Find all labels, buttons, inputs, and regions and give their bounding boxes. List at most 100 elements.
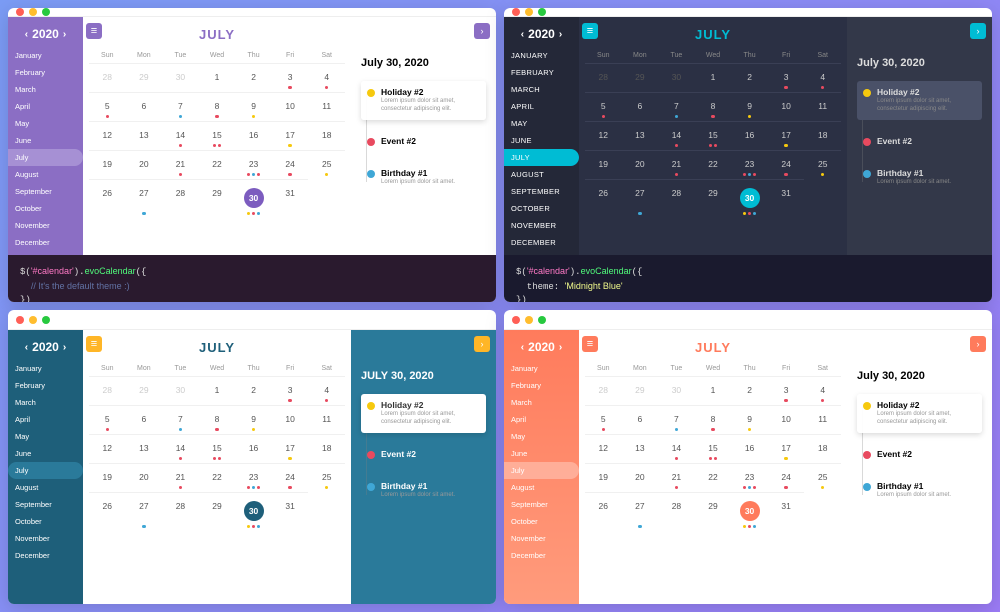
calendar-day[interactable]: 31: [272, 179, 309, 218]
calendar-day[interactable]: 10: [272, 405, 309, 434]
traffic-light-maximize[interactable]: [42, 316, 50, 324]
event-item[interactable]: Event #2: [857, 443, 982, 465]
next-year-button[interactable]: ›: [559, 342, 562, 353]
events-toggle-button[interactable]: ›: [474, 336, 490, 352]
calendar-day[interactable]: 17: [272, 434, 309, 463]
prev-year-button[interactable]: ‹: [521, 342, 524, 353]
calendar-day[interactable]: 9: [235, 92, 272, 121]
month-item-november[interactable]: November: [504, 217, 579, 234]
calendar-day[interactable]: 30: [162, 376, 199, 405]
calendar-day[interactable]: 11: [804, 92, 841, 121]
calendar-day[interactable]: 16: [731, 434, 768, 463]
events-toggle-button[interactable]: ›: [970, 23, 986, 39]
calendar-day[interactable]: 30: [731, 179, 768, 218]
month-item-july[interactable]: July: [504, 149, 579, 166]
calendar-day[interactable]: 27: [622, 179, 659, 218]
calendar-day[interactable]: 22: [695, 150, 732, 179]
calendar-day[interactable]: 2: [731, 63, 768, 92]
calendar-day[interactable]: 5: [585, 405, 622, 434]
calendar-day[interactable]: 7: [162, 405, 199, 434]
month-item-july[interactable]: July: [8, 462, 83, 479]
calendar-day[interactable]: 19: [89, 463, 126, 492]
month-item-february[interactable]: February: [504, 377, 579, 394]
calendar-day[interactable]: 21: [162, 463, 199, 492]
month-item-december[interactable]: December: [8, 234, 83, 251]
calendar-day[interactable]: 16: [731, 121, 768, 150]
calendar-day[interactable]: 20: [126, 463, 163, 492]
month-item-march[interactable]: March: [8, 81, 83, 98]
calendar-day[interactable]: 2: [235, 376, 272, 405]
traffic-light-close[interactable]: [16, 8, 24, 16]
calendar-day[interactable]: 3: [768, 376, 805, 405]
calendar-day[interactable]: 13: [622, 121, 659, 150]
calendar-day[interactable]: 19: [585, 150, 622, 179]
calendar-day[interactable]: 29: [199, 179, 236, 218]
month-item-december[interactable]: December: [504, 547, 579, 564]
event-item[interactable]: Holiday #2Lorem ipsum dolor sit amet, co…: [361, 394, 486, 433]
month-item-august[interactable]: August: [8, 166, 83, 183]
month-item-october[interactable]: October: [504, 200, 579, 217]
month-item-july[interactable]: July: [8, 149, 83, 166]
next-year-button[interactable]: ›: [63, 29, 66, 40]
traffic-light-minimize[interactable]: [525, 8, 533, 16]
month-item-april[interactable]: April: [504, 411, 579, 428]
calendar-day[interactable]: 8: [695, 405, 732, 434]
calendar-day[interactable]: 26: [89, 179, 126, 218]
calendar-day[interactable]: 18: [308, 121, 345, 150]
month-item-october[interactable]: October: [8, 513, 83, 530]
events-toggle-button[interactable]: ›: [970, 336, 986, 352]
month-item-march[interactable]: March: [8, 394, 83, 411]
month-item-august[interactable]: August: [504, 479, 579, 496]
calendar-day[interactable]: 11: [308, 92, 345, 121]
month-item-march[interactable]: March: [504, 394, 579, 411]
calendar-day[interactable]: 12: [89, 121, 126, 150]
month-item-september[interactable]: September: [8, 183, 83, 200]
calendar-day[interactable]: 21: [658, 463, 695, 492]
calendar-day[interactable]: 23: [235, 463, 272, 492]
month-item-february[interactable]: February: [8, 64, 83, 81]
calendar-day[interactable]: 6: [126, 405, 163, 434]
calendar-day[interactable]: 7: [162, 92, 199, 121]
calendar-day[interactable]: 24: [272, 150, 309, 179]
calendar-day[interactable]: 9: [731, 92, 768, 121]
calendar-day[interactable]: 28: [658, 492, 695, 531]
month-item-august[interactable]: August: [504, 166, 579, 183]
calendar-day[interactable]: 30: [658, 376, 695, 405]
event-item[interactable]: Holiday #2Lorem ipsum dolor sit amet, co…: [857, 394, 982, 433]
calendar-day[interactable]: 10: [768, 405, 805, 434]
traffic-light-maximize[interactable]: [538, 316, 546, 324]
calendar-day[interactable]: 27: [622, 492, 659, 531]
calendar-day[interactable]: 17: [768, 121, 805, 150]
sidebar-toggle-button[interactable]: ≡: [86, 23, 102, 39]
calendar-day[interactable]: 17: [272, 121, 309, 150]
calendar-day[interactable]: 25: [804, 463, 841, 492]
sidebar-toggle-button[interactable]: ≡: [86, 336, 102, 352]
calendar-day[interactable]: 27: [126, 179, 163, 218]
calendar-day[interactable]: 18: [804, 121, 841, 150]
calendar-day[interactable]: 21: [658, 150, 695, 179]
event-item[interactable]: Event #2: [857, 130, 982, 152]
next-year-button[interactable]: ›: [559, 29, 562, 40]
event-item[interactable]: Holiday #2Lorem ipsum dolor sit amet, co…: [361, 81, 486, 120]
month-item-january[interactable]: January: [8, 47, 83, 64]
calendar-day[interactable]: 14: [162, 121, 199, 150]
calendar-day[interactable]: 17: [768, 434, 805, 463]
event-item[interactable]: Birthday #1Lorem ipsum dolor sit amet.: [857, 475, 982, 506]
calendar-day[interactable]: 29: [622, 63, 659, 92]
traffic-light-minimize[interactable]: [29, 316, 37, 324]
calendar-day[interactable]: 2: [235, 63, 272, 92]
month-item-june[interactable]: June: [504, 445, 579, 462]
month-item-september[interactable]: September: [504, 183, 579, 200]
event-item[interactable]: Event #2: [361, 130, 486, 152]
traffic-light-maximize[interactable]: [538, 8, 546, 16]
calendar-day[interactable]: 5: [89, 92, 126, 121]
calendar-day[interactable]: 29: [695, 179, 732, 218]
month-item-april[interactable]: April: [8, 98, 83, 115]
traffic-light-close[interactable]: [512, 8, 520, 16]
traffic-light-minimize[interactable]: [29, 8, 37, 16]
calendar-day[interactable]: 14: [162, 434, 199, 463]
calendar-day[interactable]: 21: [162, 150, 199, 179]
calendar-day[interactable]: 6: [622, 92, 659, 121]
calendar-day[interactable]: 25: [308, 463, 345, 492]
calendar-day[interactable]: 22: [695, 463, 732, 492]
